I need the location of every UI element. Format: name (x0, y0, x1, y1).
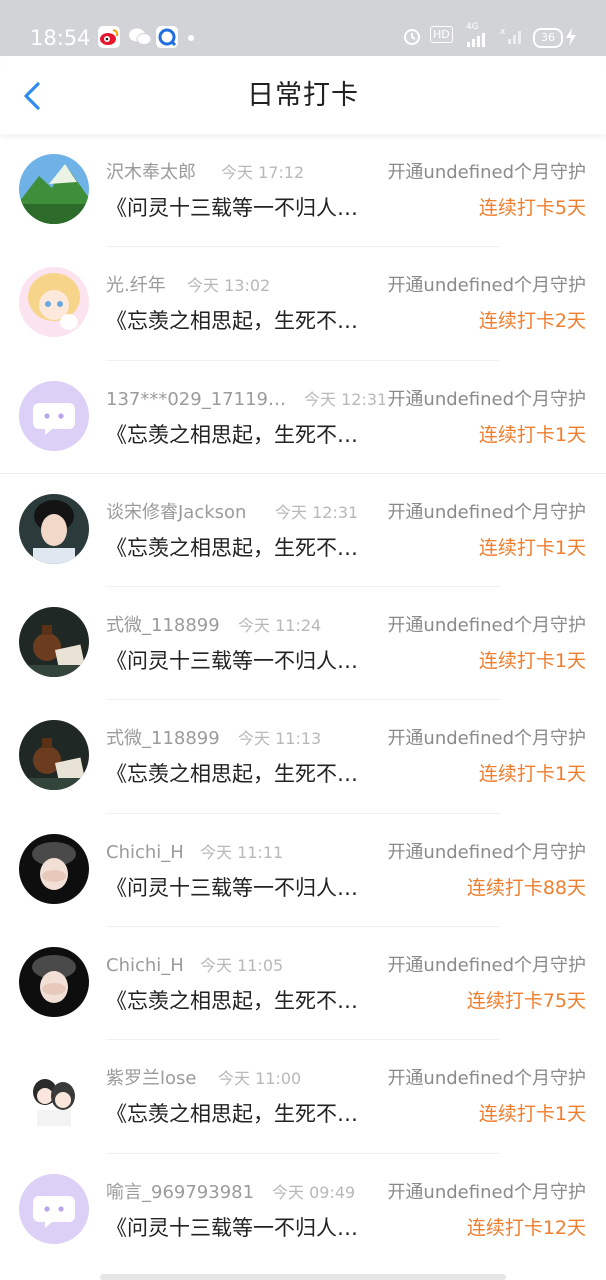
svg-text:x: x (500, 27, 506, 37)
list-item[interactable]: Chichi_H 今天 11:05 开通undefined个月守护 《忘羡之相思… (0, 927, 606, 1041)
streak-badge: 连续打卡1天 (478, 423, 586, 446)
charging-icon (564, 27, 578, 50)
guard-status: 开通undefined个月守护 (385, 614, 586, 639)
post-time: 今天 12:31 (275, 502, 359, 522)
post-time: 今天 11:11 (200, 842, 284, 862)
post-time: 今天 11:00 (218, 1069, 302, 1089)
guard-status: 开通undefined个月守护 (385, 161, 586, 185)
checkin-message: 《忘羡之相思起，生死不… (106, 309, 358, 334)
streak-badge: 连续打卡5天 (478, 197, 586, 219)
list-item[interactable]: 137***029_17119… 今天 12:31 开通undefined个月守… (0, 361, 606, 474)
streak-badge: 连续打卡1天 (478, 650, 586, 673)
username: 式微_118899 (106, 615, 220, 637)
page-title: 日常打卡 (247, 80, 359, 111)
guard-status: 开通undefined个月守护 (385, 274, 586, 299)
guard-status: 开通undefined个月守护 (385, 1067, 586, 1092)
streak-badge: 连续打卡1天 (478, 536, 586, 559)
guard-status: 开通undefined个月守护 (385, 954, 586, 979)
alarm-icon (402, 26, 422, 49)
avatar[interactable] (19, 267, 89, 338)
guard-status: 开通undefined个月守护 (385, 840, 586, 865)
checkin-message: 《忘羡之相思起，生死不… (106, 989, 358, 1014)
post-time: 今天 13:02 (187, 276, 271, 296)
battery-indicator: 36 (533, 28, 563, 48)
streak-badge: 连续打卡1天 (478, 763, 586, 786)
username: 光.纤年 (106, 275, 166, 297)
status-bar: 18:54 HD 4G x 36 (0, 0, 606, 56)
list-item[interactable]: 式微_118899 今天 11:13 开通undefined个月守护 《忘羡之相… (0, 700, 606, 814)
avatar[interactable] (19, 154, 89, 224)
list-item[interactable]: 光.纤年 今天 13:02 开通undefined个月守护 《忘羡之相思起，生死… (0, 247, 606, 361)
post-time: 今天 09:49 (272, 1182, 356, 1202)
checkin-message: 《忘羡之相思起，生死不… (106, 762, 358, 787)
weibo-icon (98, 26, 120, 48)
username: 喻言_969793981 (106, 1181, 255, 1203)
scroll-indicator (100, 1274, 506, 1280)
guard-status: 开通undefined个月守护 (385, 500, 586, 525)
username: 谈宋修睿Jackson (106, 501, 247, 523)
guard-status: 开通undefined个月守护 (385, 387, 586, 412)
streak-badge: 连续打卡12天 (466, 1216, 586, 1239)
nav-bar: 日常打卡 (0, 56, 606, 134)
streak-badge: 连续打卡1天 (478, 1103, 586, 1126)
list-item[interactable]: Chichi_H 今天 11:11 开通undefined个月守护 《问灵十三载… (0, 814, 606, 928)
checkin-message: 《忘羡之相思起，生死不… (106, 422, 358, 447)
streak-badge: 连续打卡2天 (478, 310, 586, 333)
checkin-list: 沢木奉太郎 今天 17:12 开通undefined个月守护 《问灵十三载等一不… (0, 134, 606, 1267)
avatar[interactable] (19, 947, 89, 1018)
guard-status: 开通undefined个月守护 (385, 727, 586, 752)
avatar[interactable] (19, 1060, 89, 1131)
browser-icon (156, 26, 178, 48)
username: 沢木奉太郎 (106, 162, 196, 183)
post-time: 今天 17:12 (221, 163, 305, 182)
checkin-message: 《问灵十三载等一不归人… (106, 649, 358, 674)
post-time: 今天 11:13 (238, 729, 322, 749)
list-item[interactable]: 喻言_969793981 今天 09:49 开通undefined个月守护 《问… (0, 1154, 606, 1267)
avatar[interactable] (19, 1173, 89, 1244)
list-item[interactable]: 式微_118899 今天 11:24 开通undefined个月守护 《问灵十三… (0, 587, 606, 701)
streak-badge: 连续打卡88天 (466, 876, 586, 899)
post-time: 今天 11:24 (238, 616, 322, 636)
checkin-message: 《忘羡之相思起，生死不… (106, 535, 358, 560)
list-item[interactable]: 紫罗兰lose 今天 11:00 开通undefined个月守护 《忘羡之相思起… (0, 1040, 606, 1154)
checkin-message: 《问灵十三载等一不归人… (106, 875, 358, 900)
notification-dot (188, 35, 194, 41)
username: Chichi_H (106, 955, 184, 977)
avatar[interactable] (19, 607, 89, 678)
avatar[interactable] (19, 833, 89, 904)
post-time: 今天 12:31 (304, 389, 388, 409)
status-time: 18:54 (30, 26, 91, 50)
hd-icon: HD (430, 26, 453, 43)
checkin-message: 《忘羡之相思起，生死不… (106, 1102, 358, 1127)
list-item[interactable]: 沢木奉太郎 今天 17:12 开通undefined个月守护 《问灵十三载等一不… (0, 134, 606, 248)
list-item[interactable]: 谈宋修睿Jackson 今天 12:31 开通undefined个月守护 《忘羡… (0, 474, 606, 588)
streak-badge: 连续打卡75天 (466, 990, 586, 1013)
checkin-message: 《问灵十三载等一不归人… (106, 196, 358, 220)
username: 式微_118899 (106, 728, 220, 750)
guard-status: 开通undefined个月守护 (385, 1180, 586, 1205)
checkin-message: 《问灵十三载等一不归人… (106, 1215, 358, 1240)
username: 137***029_17119… (106, 388, 286, 410)
default-avatar-icon (33, 402, 75, 435)
username: 紫罗兰lose (106, 1068, 197, 1090)
avatar[interactable] (19, 720, 89, 791)
post-time: 今天 11:05 (200, 956, 284, 976)
username: Chichi_H (106, 841, 184, 863)
avatar[interactable] (19, 493, 89, 564)
avatar[interactable] (19, 380, 89, 451)
wechat-icon (128, 26, 152, 48)
signal-2-icon: x (500, 26, 522, 51)
default-avatar-icon (33, 1195, 75, 1228)
